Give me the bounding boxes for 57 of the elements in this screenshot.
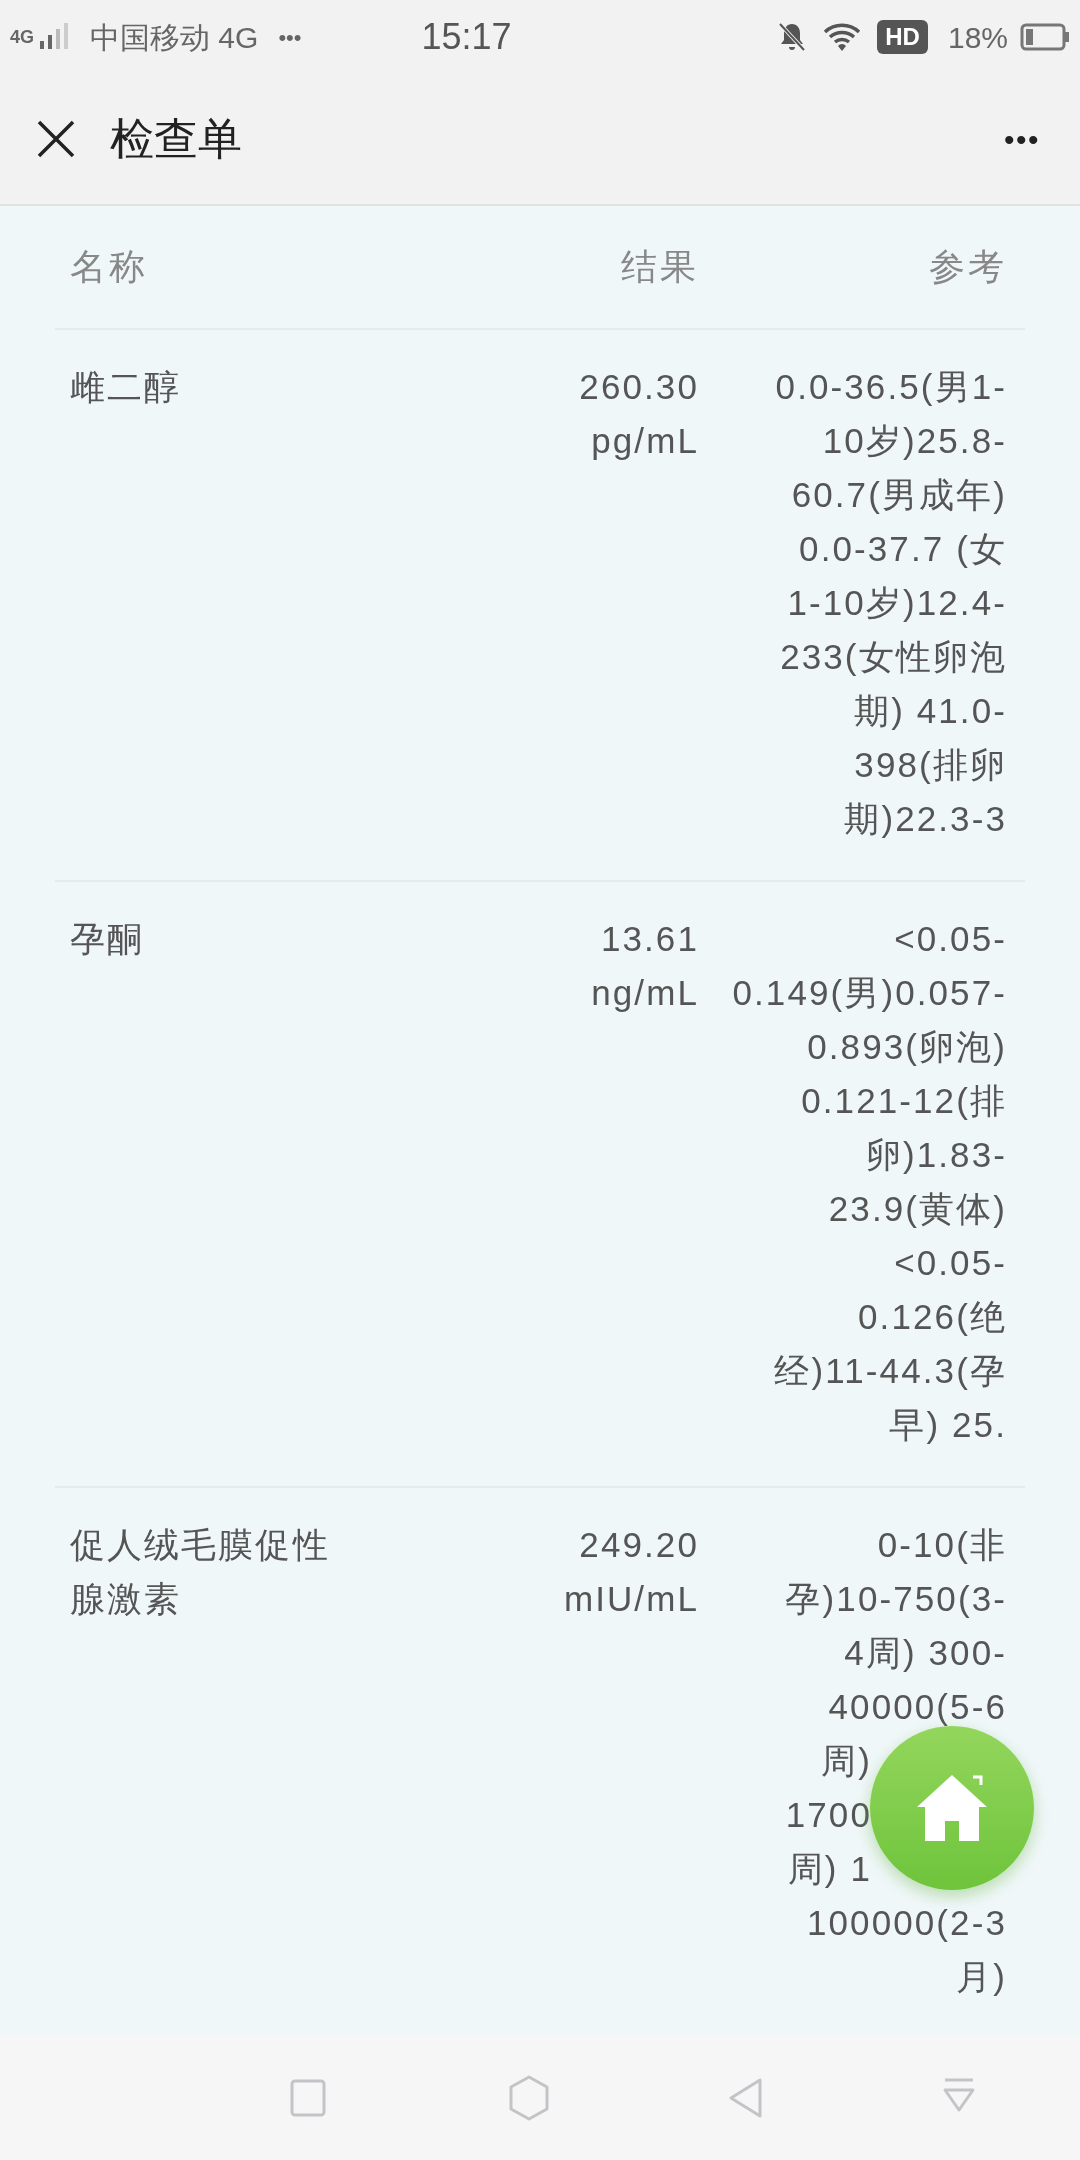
test-name: 孕酮 [69,918,146,960]
reference-range: 0.893(卵泡) [807,1026,1007,1068]
reference-range: 398(排卵 [854,744,1007,786]
home-icon [915,1773,989,1843]
reference-range: 0.121-12(排 [801,1080,1007,1122]
reference-range: 10岁)25.8- [822,420,1007,462]
network-type: 4G [10,28,34,46]
more-button[interactable]: ••• [1004,116,1040,162]
test-name: 促人绒毛膜促性腺激素 [69,1524,331,1620]
reference-range: 23.9(黄体) [828,1188,1007,1230]
reference-range: <0.05- [894,1242,1007,1284]
result-value: 13.61 [600,918,699,960]
reference-range: 40000(5-6 [828,1686,1007,1728]
reference-range: 期) 41.0- [854,690,1007,732]
close-icon [36,119,76,159]
reference-range: 孕)10-750(3- [785,1578,1007,1620]
result-value: 260.30 [579,366,699,408]
column-header: 参考 [929,245,1007,289]
home-nav-icon[interactable] [508,2074,550,2121]
reference-range: 0.0-36.5(男1- [775,366,1007,408]
reference-range: 0-10(非 [877,1524,1007,1566]
reference-range: 4周) 300- [844,1632,1007,1674]
reference-range: 周) [821,1740,872,1782]
reference-range: 100000(2-3 [806,1902,1007,1944]
test-name: 雌二醇 [69,366,183,408]
hd-badge: HD [877,20,928,54]
more-indicator: ••• [278,23,302,52]
page-title: 检查单 [110,113,242,165]
back-icon[interactable] [728,2076,764,2119]
reference-range: 周) 1 [787,1848,872,1890]
reference-range: 经)11-44.3(孕 [774,1350,1007,1392]
reference-range: 233(女性卵泡 [780,636,1007,678]
carrier-name: 中国移动 4G [90,19,259,56]
recent-apps-icon[interactable] [290,2077,326,2118]
reference-range: 月) [956,1956,1007,1998]
column-header: 名称 [70,246,148,287]
reference-range: 卵)1.83- [865,1134,1007,1176]
reference-range: 0.149(男)0.057- [732,972,1007,1014]
reference-range: 1700 [785,1794,872,1836]
reference-range: 1-10岁)12.4- [787,582,1007,624]
result-value: 249.20 [579,1524,699,1566]
wifi-icon [823,22,862,52]
home-button[interactable] [870,1726,1034,1890]
battery-icon [1020,23,1070,51]
clock: 15:17 [421,15,512,59]
muted-bell-icon [777,21,808,53]
reference-range: 0.126(绝 [858,1296,1007,1338]
reference-range: 0.0-37.7 (女 [799,528,1007,570]
result-value: mIU/mL [563,1578,699,1620]
battery-percentage: 18% [947,19,1008,56]
result-value: pg/mL [591,420,699,462]
column-header: 结果 [621,245,699,289]
reference-range: 早) 25. [889,1404,1007,1446]
reference-range: 60.7(男成年) [791,474,1007,516]
result-value: ng/mL [591,972,699,1014]
reference-range: <0.05- [894,918,1007,960]
reference-range: 期)22.3-3 [844,798,1007,840]
